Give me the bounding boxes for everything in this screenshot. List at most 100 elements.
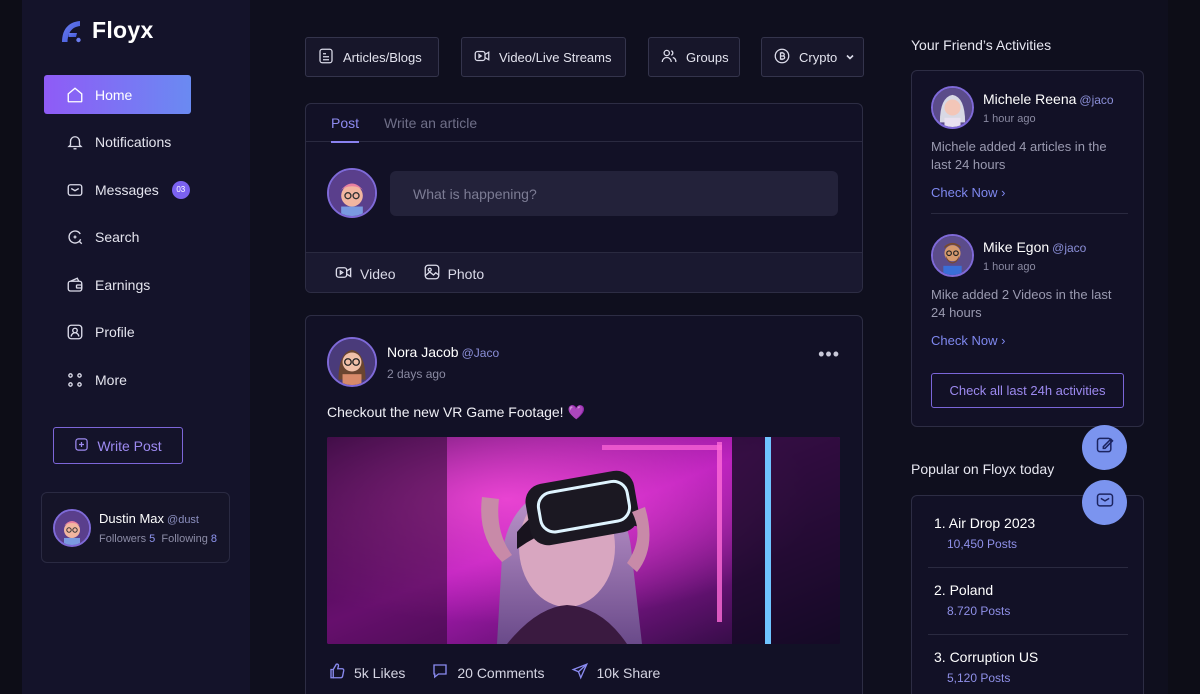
sidebar-item-messages[interactable]: Messages 03 bbox=[44, 170, 191, 209]
sidebar-item-earnings[interactable]: Earnings bbox=[44, 265, 191, 304]
category-label: Articles/Blogs bbox=[343, 49, 422, 65]
post-time: 2 days ago bbox=[387, 366, 446, 381]
activity-item: Mike Egon @jaco 1 hour ago Mike added 2 V… bbox=[931, 234, 1128, 350]
compose-fab-button[interactable] bbox=[1082, 425, 1127, 470]
activity-description: Mike added 2 Videos in the last 24 hours bbox=[931, 287, 1112, 320]
right-gutter bbox=[1168, 0, 1200, 694]
popular-item[interactable]: 2. Poland 8.720 Posts bbox=[934, 582, 1129, 618]
mail-icon bbox=[65, 180, 84, 199]
category-groups-button[interactable]: Groups bbox=[648, 37, 740, 77]
category-crypto-dropdown[interactable]: Crypto bbox=[761, 37, 864, 77]
post-handle[interactable]: @Jaco bbox=[462, 346, 500, 360]
sidebar-item-search[interactable]: Search bbox=[44, 218, 191, 257]
activity-handle[interactable]: @jaco bbox=[1052, 241, 1086, 255]
activity-description: Michele added 4 articles in the last 24 … bbox=[931, 139, 1107, 172]
post-actions: 5k Likes 20 Comments 10k Share bbox=[328, 662, 660, 683]
avatar bbox=[53, 508, 91, 547]
bitcoin-icon bbox=[773, 47, 791, 68]
popular-title: Popular on Floyx today bbox=[911, 461, 1055, 477]
current-user-card[interactable]: Dustin Max @dust Followers 5 Following 8 bbox=[41, 492, 230, 563]
sidebar-item-profile[interactable]: Profile bbox=[44, 313, 191, 352]
post-author[interactable]: Nora Jacob bbox=[387, 344, 459, 360]
following-count[interactable]: 8 bbox=[211, 533, 217, 545]
user-name: Dustin Max bbox=[99, 511, 165, 526]
profile-icon bbox=[65, 323, 84, 342]
composer-tabs: Post Write an article bbox=[306, 104, 862, 143]
activities-title: Your Friend’s Activities bbox=[911, 37, 1052, 53]
activity-name[interactable]: Mike Egon bbox=[983, 239, 1049, 255]
check-now-link[interactable]: Check Now › bbox=[931, 185, 1005, 200]
sidebar-nav: Home Notifications Messages 03 Search Ea… bbox=[44, 75, 191, 408]
comment-icon bbox=[431, 662, 449, 683]
comment-count: 20 Comments bbox=[457, 664, 545, 681]
topic-post-count: 10,450 Posts bbox=[947, 537, 1018, 551]
popular-topics-card: 1. Air Drop 2023 10,450 Posts 2. Poland … bbox=[911, 495, 1144, 694]
tab-write-article[interactable]: Write an article bbox=[384, 104, 477, 142]
send-icon bbox=[570, 662, 589, 683]
avatar[interactable] bbox=[931, 86, 974, 129]
bell-icon bbox=[65, 133, 84, 152]
category-label: Video/Live Streams bbox=[499, 49, 612, 65]
logo[interactable]: Floyx bbox=[58, 16, 154, 44]
check-now-label: Check Now bbox=[931, 333, 998, 348]
post-image-vr[interactable] bbox=[327, 437, 840, 644]
messages-fab-button[interactable] bbox=[1082, 480, 1127, 525]
avatar[interactable] bbox=[327, 337, 377, 387]
comment-button[interactable]: 20 Comments bbox=[431, 662, 545, 683]
sidebar-item-more[interactable]: More bbox=[44, 360, 191, 399]
topic-post-count: 5,120 Posts bbox=[947, 671, 1011, 685]
chevron-down-icon bbox=[845, 50, 855, 65]
add-photo-button[interactable]: Photo bbox=[423, 263, 484, 284]
divider bbox=[931, 213, 1128, 214]
sidebar-item-label: Earnings bbox=[95, 276, 151, 293]
category-articles-button[interactable]: Articles/Blogs bbox=[305, 37, 439, 77]
sidebar-item-home[interactable]: Home bbox=[44, 75, 191, 114]
sidebar-item-notifications[interactable]: Notifications bbox=[44, 123, 191, 162]
post-text: Checkout the new VR Game Footage! 💜 bbox=[327, 404, 585, 420]
post-header: Nora Jacob @Jaco 2 days ago bbox=[327, 337, 499, 387]
user-handle: @dust bbox=[167, 514, 199, 526]
video-icon bbox=[334, 263, 353, 285]
popular-item[interactable]: 3. Corruption US 5,120 Posts bbox=[934, 649, 1129, 685]
like-button[interactable]: 5k Likes bbox=[328, 662, 405, 683]
sidebar: Floyx Home Notifications Messages 03 Sea… bbox=[22, 0, 250, 694]
followers-count[interactable]: 5 bbox=[149, 533, 155, 545]
add-video-button[interactable]: Video bbox=[334, 263, 396, 285]
check-all-activities-button[interactable]: Check all last 24h activities bbox=[931, 373, 1124, 408]
sidebar-item-label: More bbox=[95, 371, 127, 388]
plus-square-icon bbox=[74, 437, 89, 455]
composer-actions: Video Photo bbox=[306, 252, 862, 292]
activity-time: 1 hour ago bbox=[983, 260, 1036, 273]
avatar bbox=[327, 168, 377, 218]
write-post-button[interactable]: Write Post bbox=[53, 427, 183, 464]
sidebar-item-label: Profile bbox=[95, 324, 135, 340]
check-now-label: Check Now bbox=[931, 185, 998, 200]
check-now-link[interactable]: Check Now › bbox=[931, 333, 1005, 348]
sidebar-item-label: Search bbox=[95, 229, 140, 245]
avatar[interactable] bbox=[931, 234, 974, 277]
sidebar-item-label: Messages bbox=[95, 181, 159, 198]
app-name: Floyx bbox=[92, 16, 154, 43]
user-stats: Followers 5 Following 8 bbox=[99, 533, 217, 545]
mail-icon bbox=[1095, 490, 1115, 515]
topic-name: 3. Corruption US bbox=[934, 649, 1039, 665]
sidebar-item-label: Notifications bbox=[95, 134, 172, 150]
wallet-icon bbox=[65, 275, 84, 294]
followers-label: Followers bbox=[99, 533, 147, 545]
category-label: Crypto bbox=[799, 49, 838, 65]
following-label: Following bbox=[161, 533, 208, 545]
status-input[interactable] bbox=[390, 171, 838, 216]
more-options-icon[interactable]: ••• bbox=[818, 344, 840, 365]
thumbs-up-icon bbox=[328, 662, 346, 683]
category-video-button[interactable]: Video/Live Streams bbox=[461, 37, 626, 77]
grid-dots-icon bbox=[65, 370, 84, 389]
topic-post-count: 8.720 Posts bbox=[947, 604, 1011, 618]
activity-name[interactable]: Michele Reena bbox=[983, 91, 1076, 107]
sidebar-item-label: Home bbox=[95, 86, 133, 103]
share-button[interactable]: 10k Share bbox=[570, 662, 660, 683]
category-label: Groups bbox=[686, 49, 729, 65]
activity-handle[interactable]: @jaco bbox=[1079, 93, 1113, 107]
video-icon bbox=[473, 47, 491, 68]
tab-post[interactable]: Post bbox=[331, 104, 360, 143]
divider bbox=[928, 567, 1128, 568]
